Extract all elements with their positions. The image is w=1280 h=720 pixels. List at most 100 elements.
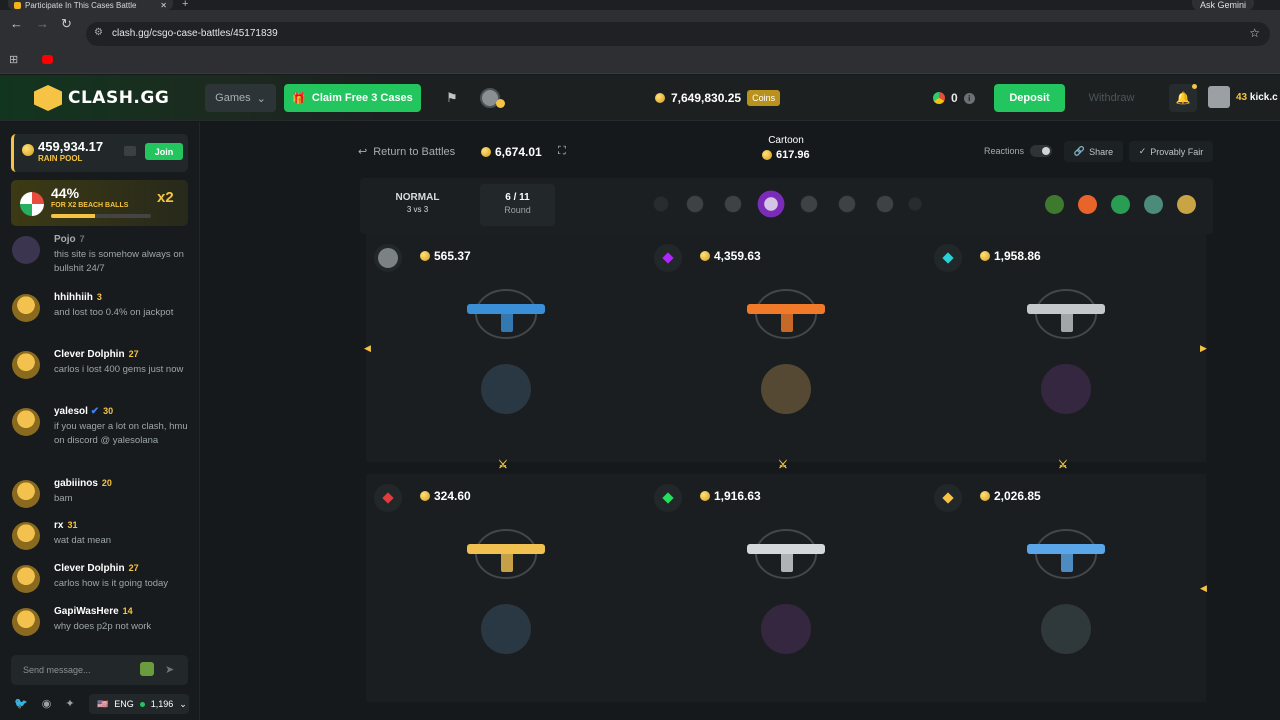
site-info-icon[interactable]: ⚙: [94, 27, 103, 38]
player-slot[interactable]: 4,359.63: [646, 234, 926, 462]
player-value: 4,359.63: [714, 249, 761, 263]
reactions-toggle[interactable]: Reactions: [984, 145, 1053, 157]
back-icon[interactable]: ←: [10, 16, 23, 31]
player-total: 1,958.86: [980, 249, 1041, 263]
chat-level: 27: [128, 563, 139, 573]
diamond-icon: [382, 492, 394, 504]
profile-level: 43: [1236, 91, 1248, 103]
clover-reaction-icon[interactable]: [1111, 195, 1130, 214]
fullscreen-icon[interactable]: ⛶: [558, 145, 566, 158]
toggle-switch[interactable]: [1030, 145, 1053, 157]
return-to-battles-link[interactable]: ↩ Return to Battles: [358, 145, 455, 159]
status-dot: [496, 99, 505, 108]
new-tab-icon[interactable]: +: [182, 0, 188, 10]
bookmark-star-icon[interactable]: ☆: [1249, 26, 1260, 40]
send-icon[interactable]: ➤: [165, 663, 174, 676]
chat-username[interactable]: rx: [54, 520, 63, 531]
pray-reaction-icon[interactable]: [1177, 195, 1196, 214]
promo-percent: 44%: [51, 185, 80, 201]
coin-icon: [980, 251, 990, 261]
case-thumbnail-active[interactable]: [756, 188, 786, 220]
chat-input-placeholder[interactable]: Send message...: [23, 665, 91, 675]
spin-marker-icon: ▶: [1200, 343, 1207, 353]
share-button[interactable]: 🔗 Share: [1064, 141, 1123, 162]
withdraw-button[interactable]: Withdraw: [1075, 84, 1148, 112]
forward-icon[interactable]: →: [36, 16, 49, 31]
chat-username[interactable]: yalesol: [54, 406, 88, 417]
player-slot[interactable]: 324.60: [366, 474, 646, 702]
url-text[interactable]: clash.gg/csgo-case-battles/45171839: [112, 28, 278, 39]
discord-icon[interactable]: ◉: [42, 697, 52, 710]
case-thumbnail[interactable]: [794, 188, 824, 220]
emoji-icon[interactable]: [140, 662, 154, 676]
previous-item-icon: [481, 364, 531, 414]
case-thumbnail[interactable]: [870, 188, 900, 220]
case-thumbnail[interactable]: [680, 188, 710, 220]
verified-icon: ✔: [90, 406, 100, 417]
claim-free-cases-button[interactable]: 🎁 Claim Free 3 Cases: [284, 84, 421, 112]
deposit-button[interactable]: Deposit: [994, 84, 1065, 112]
language-selector[interactable]: 🇺🇸 ENG 1,196 ⌄: [89, 694, 189, 714]
chat-username[interactable]: Clever Dolphin: [54, 563, 125, 574]
avatar: [12, 608, 40, 636]
player-total: 4,359.63: [700, 249, 761, 263]
apps-grid-icon[interactable]: ⊞: [9, 53, 18, 66]
coin-icon: [700, 491, 710, 501]
chat-username[interactable]: gabiiinos: [54, 478, 98, 489]
chat-username[interactable]: hhihhiih: [54, 292, 93, 303]
tab-title: Participate In This Cases Battle: [25, 0, 137, 10]
fire-reaction-icon[interactable]: [1078, 195, 1097, 214]
rain-info-icon[interactable]: [124, 146, 136, 156]
chat-text: why does p2p not work: [54, 621, 152, 632]
join-rain-button[interactable]: Join: [145, 143, 183, 160]
games-dropdown[interactable]: Games ⌄: [205, 84, 276, 112]
chat-level: 20: [101, 478, 112, 488]
youtube-bookmark-icon[interactable]: [42, 55, 53, 64]
player-slot[interactable]: 565.37: [366, 234, 646, 462]
avatar: [12, 408, 40, 436]
games-label: Games: [215, 92, 251, 104]
logo-mark-icon: [34, 85, 62, 111]
coin-icon: [700, 251, 710, 261]
skin-item-icon: [741, 282, 831, 342]
site-logo[interactable]: CLASH.GG: [34, 85, 169, 111]
chat-username[interactable]: Clever Dolphin: [54, 349, 125, 360]
case-price-value: 617.96: [776, 149, 810, 161]
player-slot[interactable]: 1,958.86: [926, 234, 1206, 462]
player-value: 565.37: [434, 249, 471, 263]
info-icon[interactable]: i: [963, 92, 975, 104]
player-slot[interactable]: 1,916.63: [646, 474, 926, 702]
reactions-label: Reactions: [984, 146, 1025, 156]
avatar: [378, 248, 398, 268]
browser-tab[interactable]: Participate In This Cases Battle ✕: [8, 0, 173, 10]
crossed-swords-icon: ⚔: [1058, 459, 1068, 471]
coin-icon: [655, 93, 665, 103]
close-tab-icon[interactable]: ✕: [160, 1, 167, 10]
case-thumbnail[interactable]: [832, 188, 862, 220]
case-thumbnail[interactable]: [650, 188, 672, 220]
rain-pool-label: RAIN POOL: [38, 154, 83, 163]
provably-fair-button[interactable]: ✓ Provably Fair: [1129, 141, 1213, 162]
chat-username[interactable]: Pojo: [54, 234, 76, 245]
coins-tag[interactable]: Coins: [747, 90, 781, 106]
avatar: [12, 294, 40, 322]
player-badge: [374, 244, 402, 272]
twitter-icon[interactable]: 🐦: [14, 697, 28, 710]
skin-item-icon: [1021, 282, 1111, 342]
profile-label: 43 kick.c: [1236, 92, 1278, 103]
chevron-down-icon: ⌄: [179, 698, 187, 709]
spin-marker-icon: ◀: [1200, 583, 1207, 593]
player-value: 1,916.63: [714, 489, 761, 503]
reload-icon[interactable]: ↻: [61, 16, 72, 32]
frog-reaction-icon[interactable]: [1144, 195, 1163, 214]
rules-icon[interactable]: ✦: [65, 697, 74, 710]
flag-icon[interactable]: ⚑: [446, 90, 462, 105]
case-thumbnail[interactable]: [718, 188, 748, 220]
profile-menu[interactable]: 43 kick.c: [1208, 86, 1278, 108]
pepe-reaction-icon[interactable]: [1045, 195, 1064, 214]
skin-item-icon: [741, 522, 831, 582]
player-slot[interactable]: 2,026.85: [926, 474, 1206, 702]
chat-username[interactable]: GapiWasHere: [54, 606, 119, 617]
case-thumbnail[interactable]: [908, 188, 922, 220]
language-label: ENG: [114, 699, 134, 709]
